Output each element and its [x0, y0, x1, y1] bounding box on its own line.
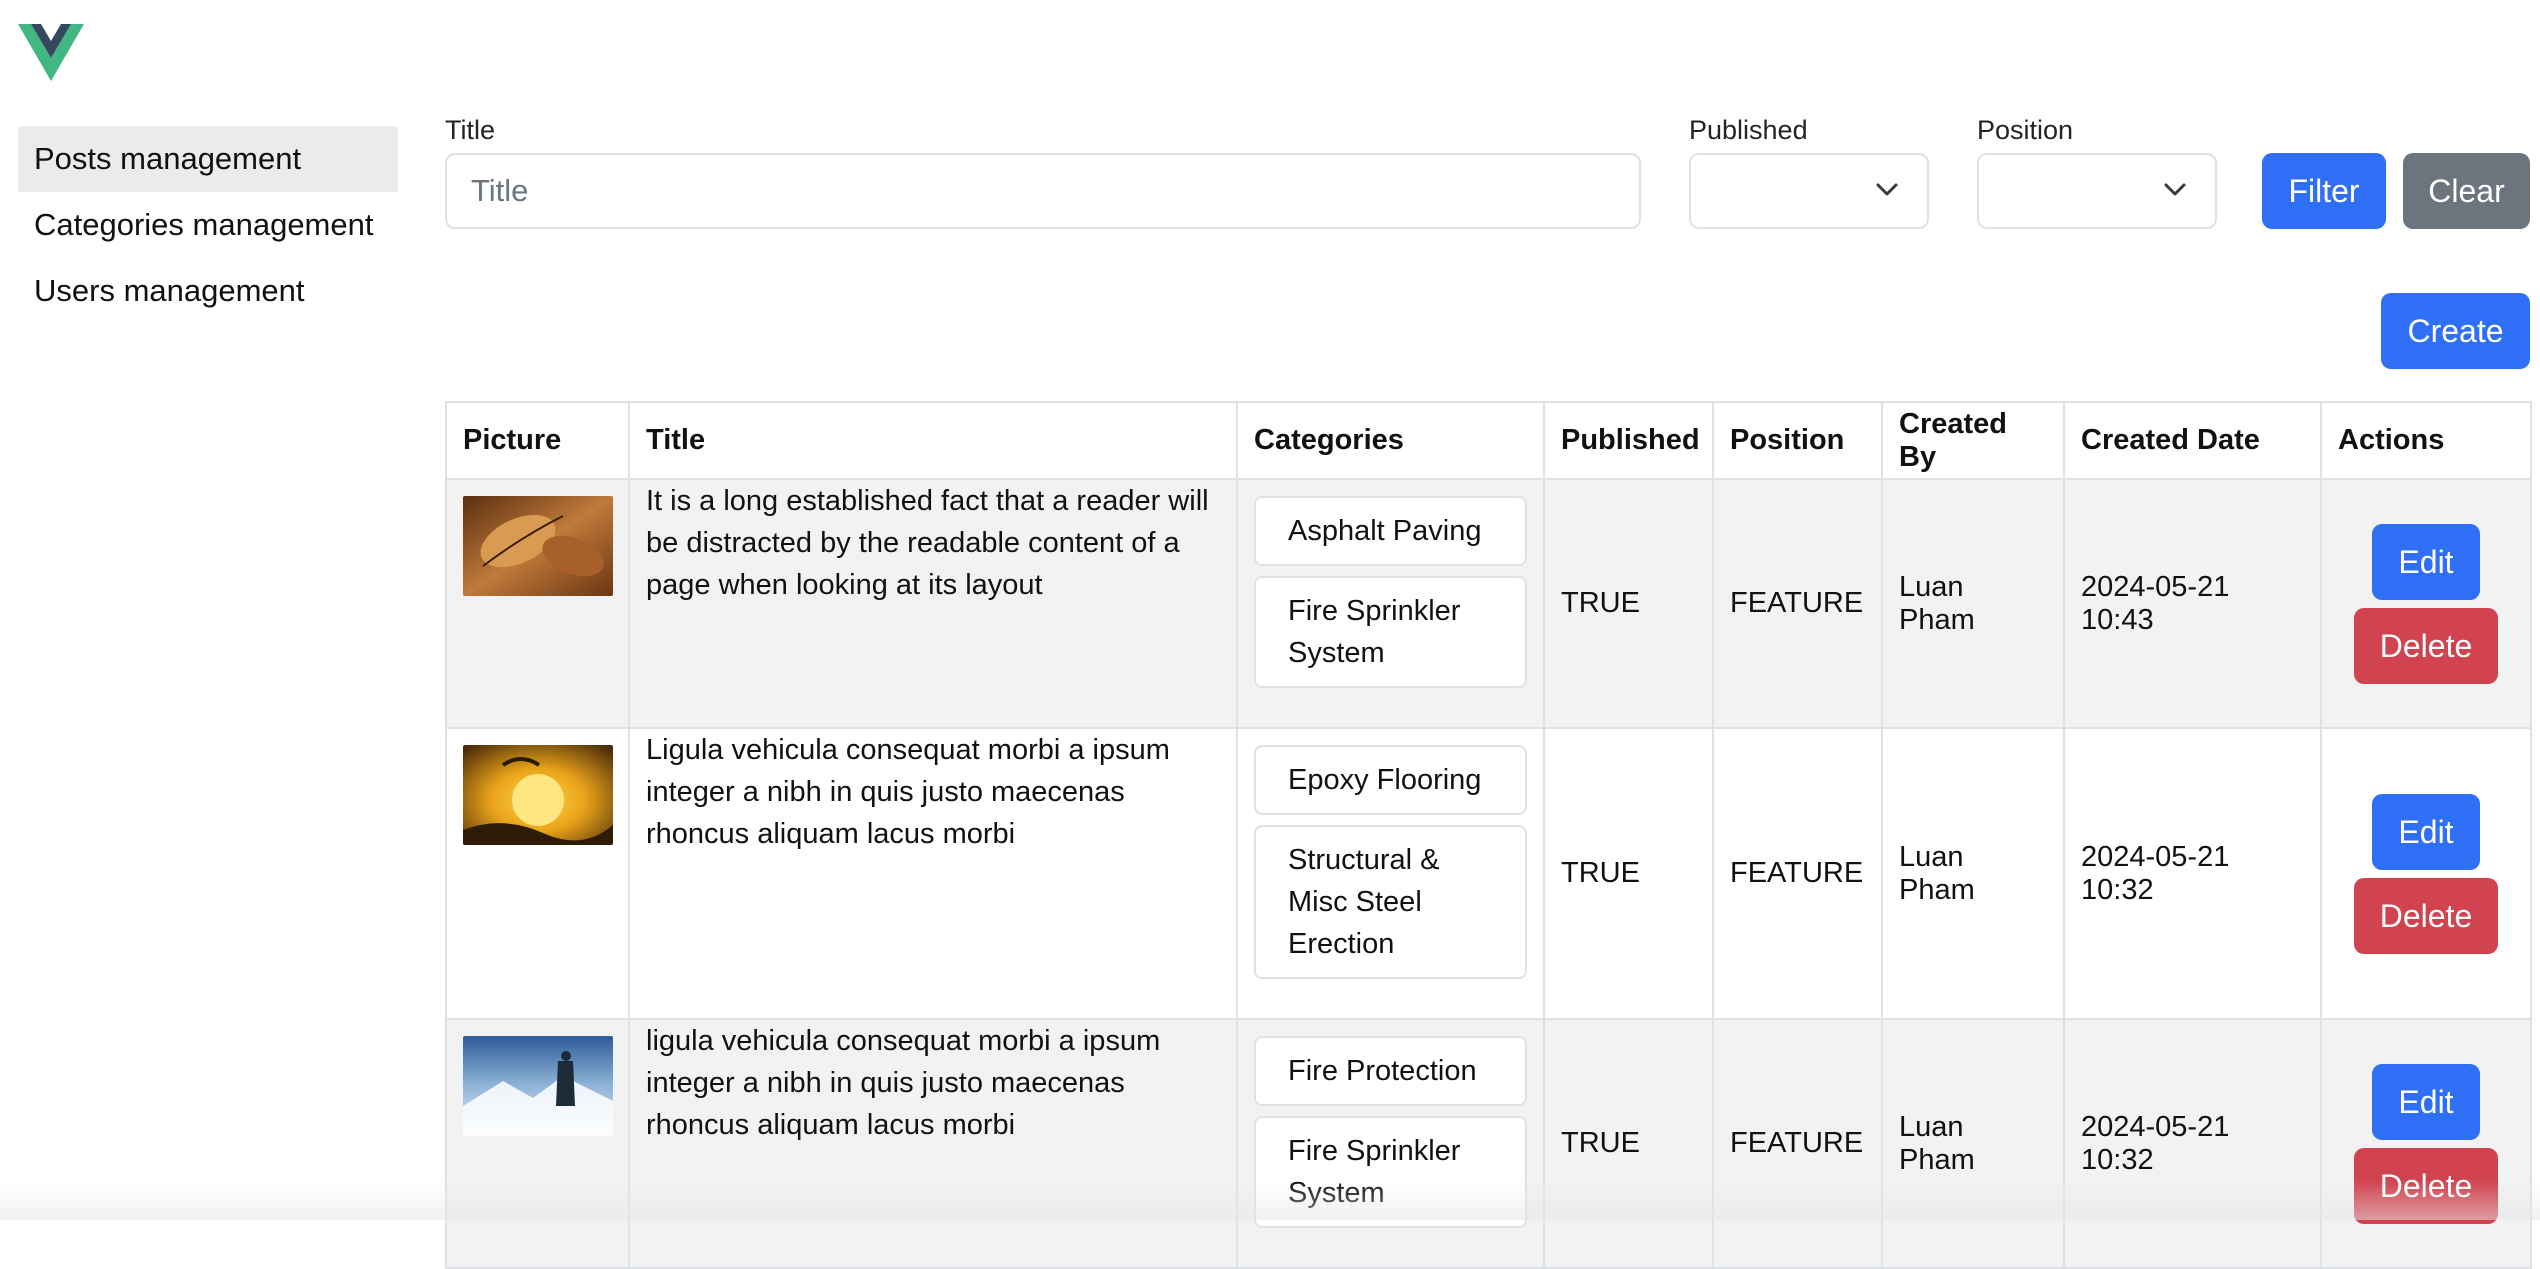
post-title: Ligula vehicula consequat morbi a ipsum …: [646, 734, 1170, 850]
sidebar-nav: Posts management Categories management U…: [18, 126, 398, 324]
position-cell: FEATURE: [1713, 479, 1882, 728]
position-cell: FEATURE: [1713, 728, 1882, 1019]
mountain-hiker-photo: [463, 1036, 613, 1136]
categories-cell: Epoxy Flooring Structural & Misc Steel E…: [1237, 728, 1544, 1019]
vue-logo-icon: [18, 24, 84, 82]
categories-cell: Fire Protection Fire Sprinkler System: [1237, 1019, 1544, 1268]
published-filter-label: Published: [1689, 115, 1808, 146]
column-header-published: Published: [1544, 402, 1713, 479]
category-chip: Fire Sprinkler System: [1254, 1116, 1527, 1228]
table-header-row: Picture Title Categories Published Posit…: [446, 402, 2531, 479]
posts-table-container: Picture Title Categories Published Posit…: [445, 401, 2530, 1269]
filter-button[interactable]: Filter: [2262, 153, 2386, 229]
categories-cell: Asphalt Paving Fire Sprinkler System: [1237, 479, 1544, 728]
created-date-cell: 2024-05-21 10:32: [2064, 1019, 2321, 1268]
clear-button[interactable]: Clear: [2403, 153, 2530, 229]
column-header-categories: Categories: [1237, 402, 1544, 479]
edit-button[interactable]: Edit: [2372, 524, 2479, 600]
post-title: ligula vehicula consequat morbi a ipsum …: [646, 1025, 1160, 1141]
actions-cell: Edit Delete: [2321, 479, 2531, 728]
published-cell: TRUE: [1544, 728, 1713, 1019]
published-filter-select[interactable]: [1689, 153, 1929, 229]
actions-cell: Edit Delete: [2321, 1019, 2531, 1268]
created-by-cell: Luan Pham: [1882, 728, 2064, 1019]
title-cell: Ligula vehicula consequat morbi a ipsum …: [629, 728, 1237, 1019]
autumn-leaves-photo: [463, 496, 613, 596]
edit-button[interactable]: Edit: [2372, 1064, 2479, 1140]
column-header-position: Position: [1713, 402, 1882, 479]
table-row: It is a long established fact that a rea…: [446, 479, 2531, 728]
created-by-cell: Luan Pham: [1882, 479, 2064, 728]
created-date-cell: 2024-05-21 10:32: [2064, 728, 2321, 1019]
main-content: Title Published Position Filter Clear Cr…: [445, 0, 2530, 1220]
category-chip: Structural & Misc Steel Erection: [1254, 825, 1527, 979]
create-button[interactable]: Create: [2381, 293, 2530, 369]
title-filter-input[interactable]: [445, 153, 1641, 229]
chevron-down-icon: [2161, 175, 2189, 203]
category-chip: Asphalt Paving: [1254, 496, 1527, 566]
title-cell: It is a long established fact that a rea…: [629, 479, 1237, 728]
position-cell: FEATURE: [1713, 1019, 1882, 1268]
chevron-down-icon: [1873, 175, 1901, 203]
position-filter-select[interactable]: [1977, 153, 2217, 229]
column-header-picture: Picture: [446, 402, 629, 479]
category-chip: Fire Sprinkler System: [1254, 576, 1527, 688]
category-chip: Epoxy Flooring: [1254, 745, 1527, 815]
paragliding-sunset-photo: [463, 745, 613, 845]
table-row: Ligula vehicula consequat morbi a ipsum …: [446, 728, 2531, 1019]
picture-cell: [446, 1019, 629, 1268]
column-header-created-date: Created Date: [2064, 402, 2321, 479]
table-row: ligula vehicula consequat morbi a ipsum …: [446, 1019, 2531, 1268]
category-chip: Fire Protection: [1254, 1036, 1527, 1106]
column-header-created-by: Created By: [1882, 402, 2064, 479]
published-cell: TRUE: [1544, 479, 1713, 728]
column-header-title: Title: [629, 402, 1237, 479]
edit-button[interactable]: Edit: [2372, 794, 2479, 870]
actions-cell: Edit Delete: [2321, 728, 2531, 1019]
sidebar-item-categories[interactable]: Categories management: [18, 192, 398, 258]
created-date-cell: 2024-05-21 10:43: [2064, 479, 2321, 728]
title-cell: ligula vehicula consequat morbi a ipsum …: [629, 1019, 1237, 1268]
delete-button[interactable]: Delete: [2354, 878, 2499, 954]
post-title: It is a long established fact that a rea…: [646, 485, 1209, 601]
title-filter-label: Title: [445, 115, 495, 146]
published-cell: TRUE: [1544, 1019, 1713, 1268]
position-filter-label: Position: [1977, 115, 2073, 146]
sidebar-item-users[interactable]: Users management: [18, 258, 398, 324]
column-header-actions: Actions: [2321, 402, 2531, 479]
delete-button[interactable]: Delete: [2354, 608, 2499, 684]
picture-cell: [446, 728, 629, 1019]
created-by-cell: Luan Pham: [1882, 1019, 2064, 1268]
picture-cell: [446, 479, 629, 728]
posts-table: Picture Title Categories Published Posit…: [445, 401, 2532, 1269]
sidebar-item-posts[interactable]: Posts management: [18, 126, 398, 192]
delete-button[interactable]: Delete: [2354, 1148, 2499, 1224]
